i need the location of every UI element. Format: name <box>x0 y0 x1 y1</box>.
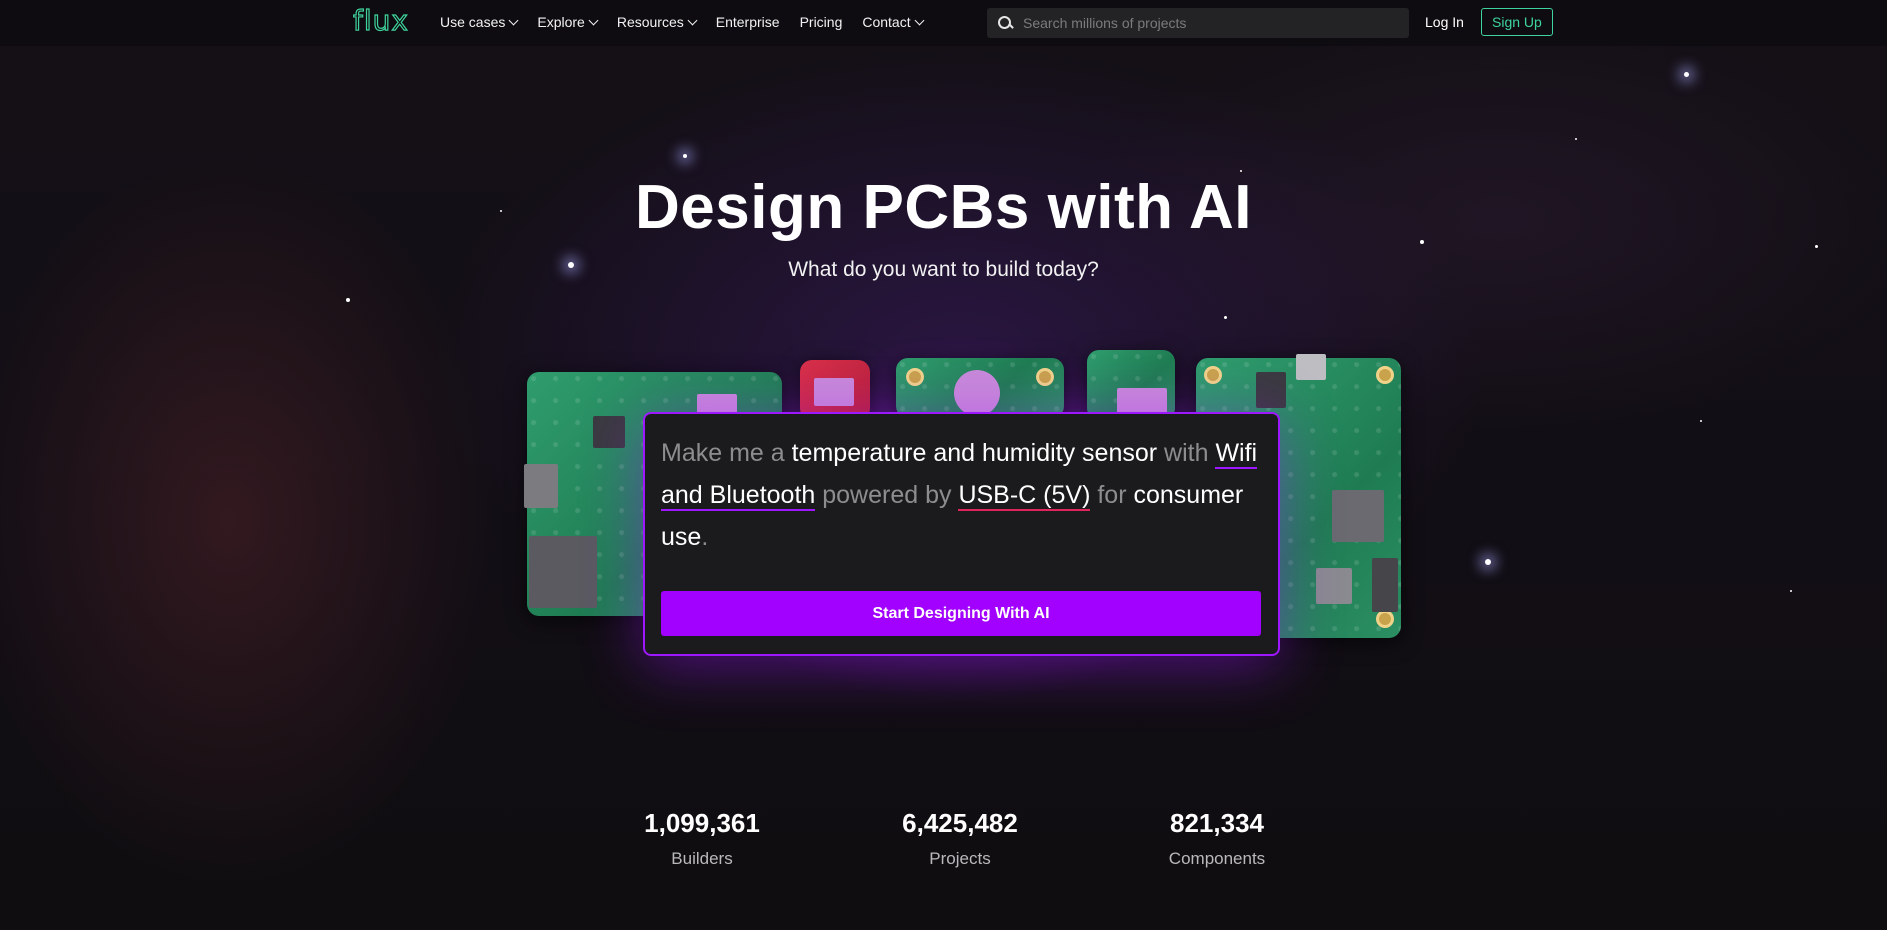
pcb-chip <box>593 416 625 448</box>
stat-components: 821,334 Components <box>1117 808 1317 869</box>
star <box>1485 559 1491 565</box>
star <box>346 298 350 302</box>
pcb-board <box>800 360 870 420</box>
stat-value: 6,425,482 <box>902 808 1018 838</box>
nav-explore[interactable]: Explore <box>537 14 599 30</box>
hero-subtitle: What do you want to build today? <box>788 258 1099 281</box>
nav-label: Enterprise <box>715 14 780 30</box>
prompt-text: for <box>1090 481 1134 509</box>
search-icon <box>997 15 1013 31</box>
prompt-text: . <box>701 523 709 551</box>
ai-prompt-text[interactable]: Make me a temperature and humidity senso… <box>661 432 1261 558</box>
star <box>1790 590 1792 592</box>
prompt-power-option[interactable]: USB-C (5V) <box>958 481 1091 511</box>
nav-enterprise[interactable]: Enterprise <box>716 14 780 30</box>
star <box>1815 245 1818 248</box>
prompt-text: with <box>1157 439 1216 467</box>
pcb-chip <box>814 378 854 406</box>
chevron-down-icon <box>588 15 599 25</box>
pcb-chip <box>529 536 597 608</box>
star <box>1700 420 1702 422</box>
start-designing-button[interactable]: Start Designing With AI <box>661 591 1261 636</box>
stat-label: Components <box>1168 849 1266 868</box>
star <box>1575 138 1577 140</box>
signup-button[interactable]: Sign Up <box>1481 8 1553 36</box>
pcb-chip <box>1256 372 1286 408</box>
search-input[interactable] <box>1021 14 1395 32</box>
pcb-pad <box>1376 366 1394 384</box>
hero-title: Design PCBs with AI <box>635 173 1252 242</box>
stat-projects: 6,425,482 Projects <box>860 808 1060 869</box>
pcb-chip <box>954 370 1000 416</box>
nav-label: Contact <box>862 14 911 30</box>
pcb-pad <box>906 368 924 386</box>
main-nav: Use cases Explore Resources Enterprise P… <box>440 14 943 30</box>
pcb-board <box>1087 350 1175 420</box>
star <box>1684 72 1689 77</box>
nav-resources[interactable]: Resources <box>616 14 698 30</box>
ai-prompt-card[interactable]: Make me a temperature and humidity senso… <box>643 412 1280 656</box>
nav-label: Resources <box>616 14 684 30</box>
stat-value: 1,099,361 <box>644 808 760 838</box>
pcb-chip <box>524 464 558 508</box>
nav-label: Use cases <box>440 14 506 30</box>
chevron-down-icon <box>914 15 925 25</box>
prompt-device-option[interactable]: temperature and humidity sensor <box>792 439 1157 467</box>
prompt-text: powered by <box>815 481 959 509</box>
top-navigation-bar: flux Use cases Explore Resources Enterpr… <box>0 0 1887 46</box>
stat-value: 821,334 <box>1170 808 1264 838</box>
chevron-down-icon <box>687 15 698 25</box>
nav-label: Explore <box>537 14 585 30</box>
pcb-chip <box>1372 558 1398 612</box>
pcb-pad <box>1036 368 1054 386</box>
stat-builders: 1,099,361 Builders <box>602 808 802 869</box>
pcb-chip <box>1117 388 1167 414</box>
pcb-chip <box>1296 354 1326 380</box>
login-link[interactable]: Log In <box>1425 14 1464 30</box>
nav-use-cases[interactable]: Use cases <box>440 14 519 30</box>
pcb-pad <box>1376 610 1394 628</box>
pcb-chip <box>1332 490 1384 542</box>
pcb-pad <box>1204 366 1222 384</box>
star <box>1224 316 1227 319</box>
flux-logo[interactable]: flux <box>352 3 409 37</box>
pcb-board <box>896 358 1064 418</box>
chevron-down-icon <box>508 15 519 25</box>
nav-label: Pricing <box>799 14 843 30</box>
nav-contact[interactable]: Contact <box>862 14 925 30</box>
prompt-text: Make me a <box>661 439 792 467</box>
stat-label: Projects <box>929 849 991 868</box>
nav-pricing[interactable]: Pricing <box>800 14 843 30</box>
star <box>683 154 687 158</box>
pcb-chip <box>1316 568 1352 604</box>
search-bar[interactable] <box>987 8 1409 38</box>
stat-label: Builders <box>671 849 733 868</box>
